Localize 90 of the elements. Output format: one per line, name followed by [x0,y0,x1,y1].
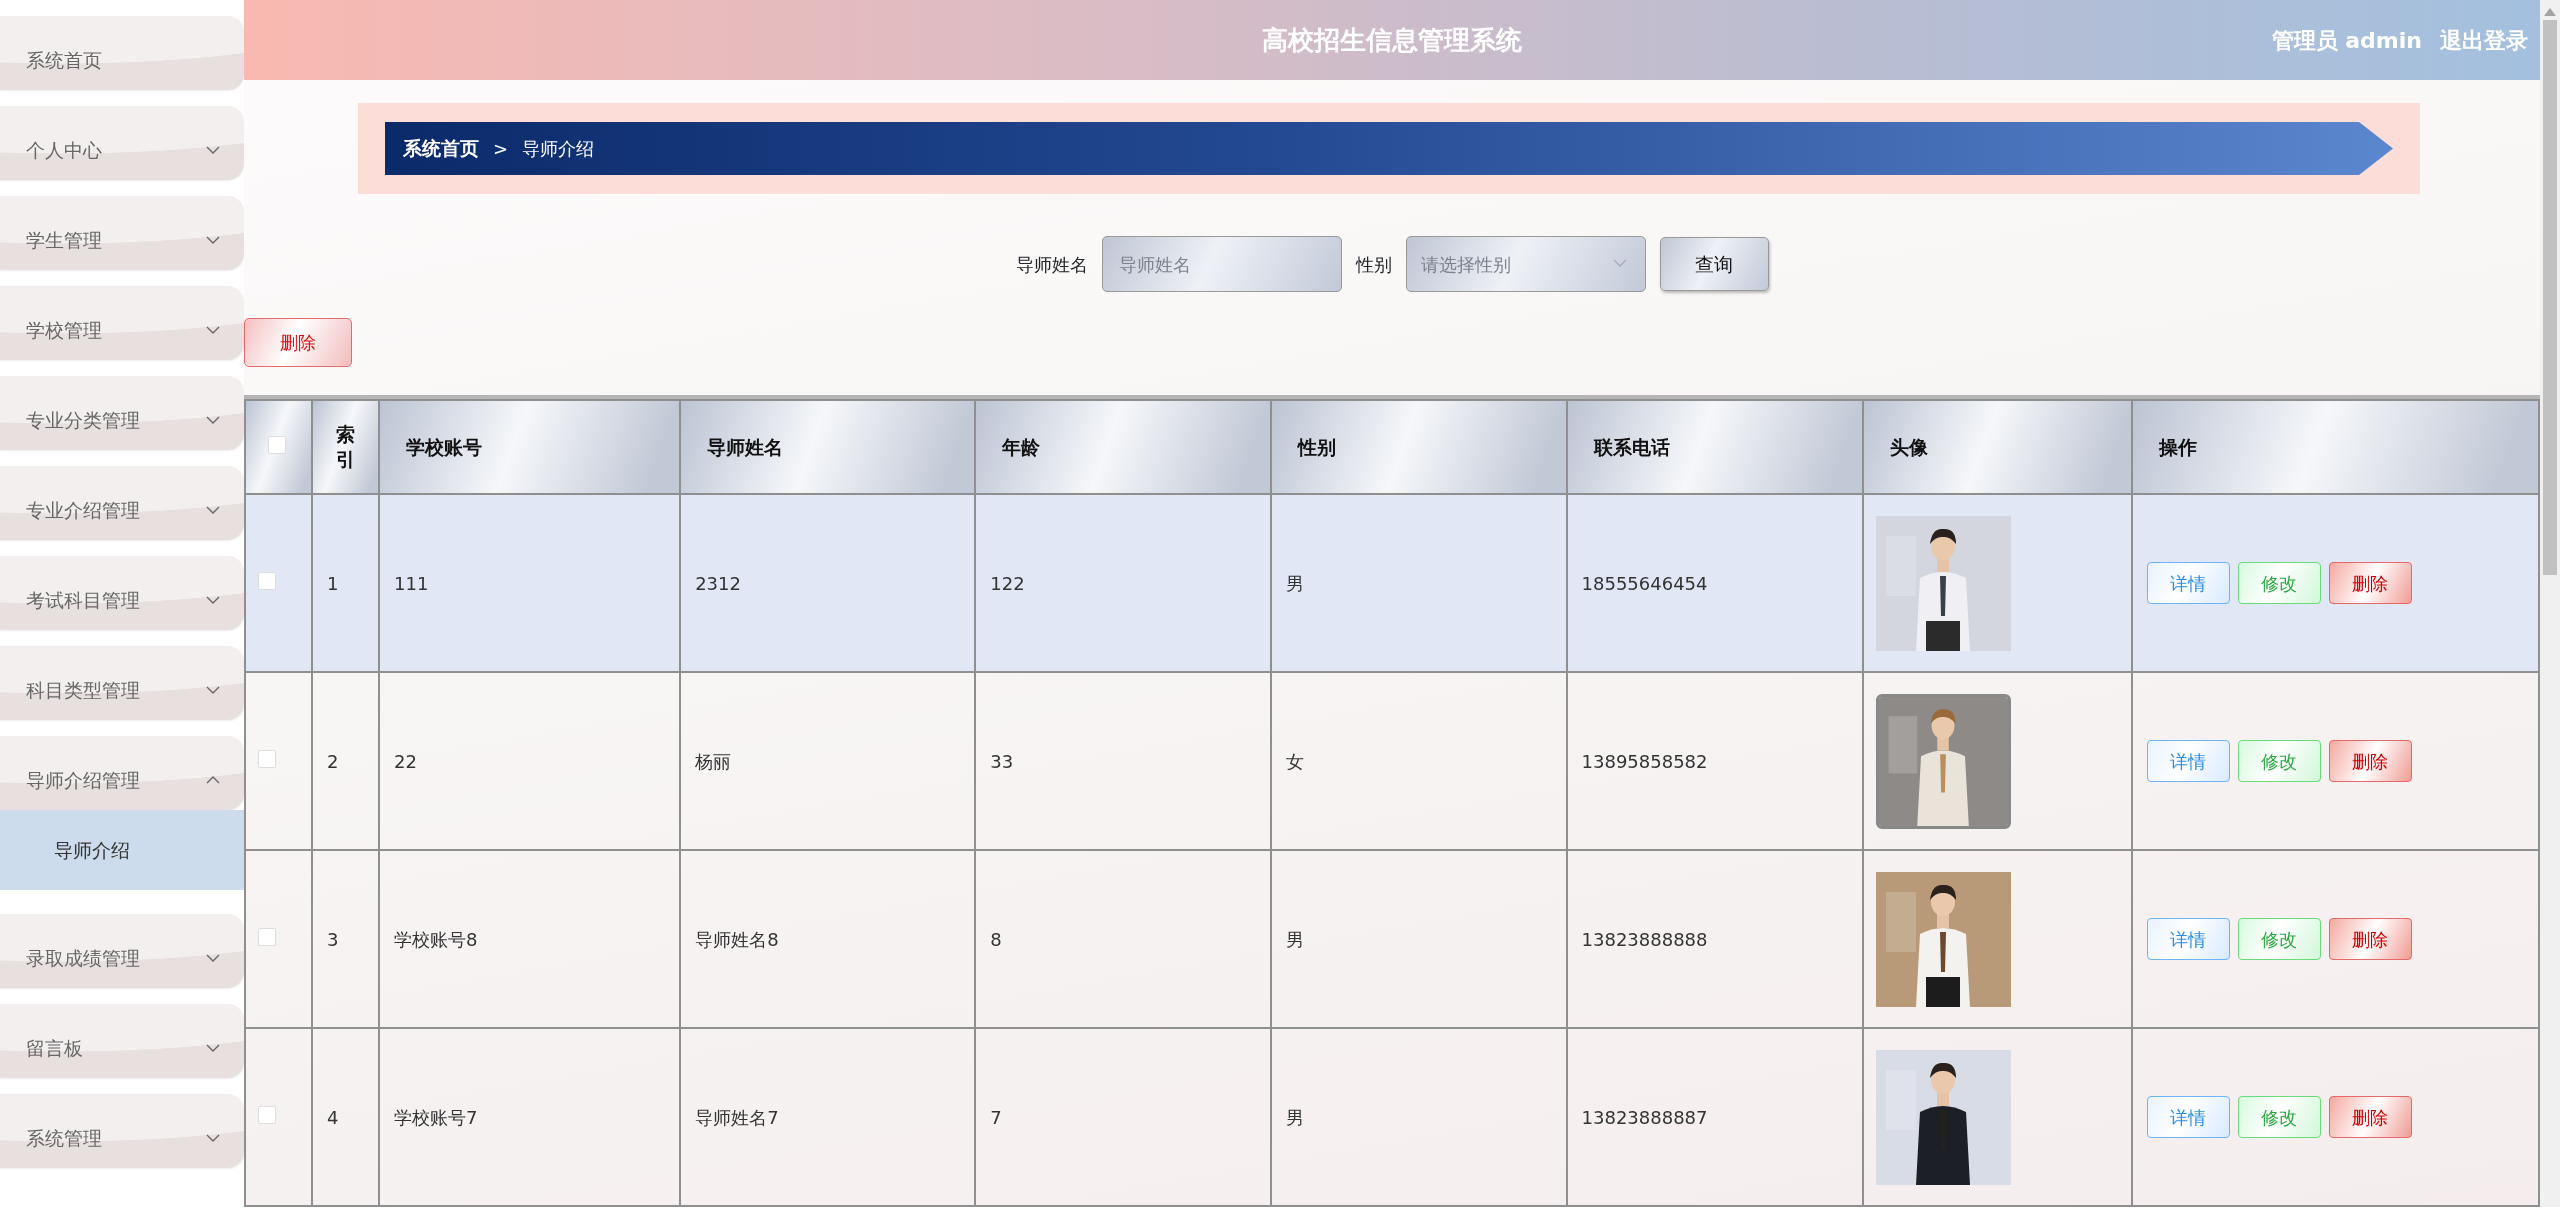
sidebar-subitem[interactable]: 导师介绍 [0,810,244,890]
search-button[interactable]: 查询 [1659,237,1769,291]
chevron-icon [206,416,220,424]
delete-button[interactable]: 删除 [2328,918,2412,960]
sidebar-item[interactable]: 考试科目管理 [0,556,244,630]
sidebar-item[interactable]: 导师介绍管理 [0,736,244,810]
sidebar-item[interactable]: 个人中心 [0,106,244,180]
checkbox[interactable] [258,927,276,946]
checkbox[interactable] [258,749,276,768]
sidebar-item[interactable]: 录取成绩管理 [0,914,244,988]
table-cell: 7 [990,1106,1002,1128]
detail-button[interactable]: 详情 [2146,562,2230,604]
table-row[interactable]: 3 学校账号8 导师姓名8 8 男 13823888888 详情 修改 删除 [245,850,2539,1028]
delete-button[interactable]: 删除 [2328,562,2412,604]
table-cell: 男 [1286,572,1305,594]
delete-button[interactable]: 删除 [2328,740,2412,782]
detail-button[interactable]: 详情 [2146,918,2230,960]
table-cell: 8 [990,928,1002,950]
edit-button[interactable]: 修改 [2237,740,2321,782]
column-header: 操作 [2131,400,2539,494]
table-cell: 122 [990,572,1025,594]
table-row[interactable]: 1 111 2312 122 男 18555646454 详情 修改 删除 [245,494,2539,672]
input-field[interactable]: 导师姓名 [1101,236,1342,292]
delete-button[interactable]: 删除 [244,318,352,367]
table-cell: 22 [394,750,417,772]
column-header: 联系电话 [1566,400,1863,494]
column-header: 性别 [1271,400,1567,494]
column-header: 导师姓名 [680,400,976,494]
chevron-icon [206,506,220,514]
chevron-icon [206,1044,220,1052]
edit-button[interactable]: 修改 [2237,562,2321,604]
checkbox[interactable] [258,1105,276,1124]
table-cell: 3 [327,928,339,950]
column-header: 学校账号 [379,400,681,494]
scrollbar[interactable] [2540,0,2560,1207]
table-cell: 导师姓名8 [695,928,779,950]
sidebar-item[interactable]: 专业介绍管理 [0,466,244,540]
table-cell: 男 [1286,928,1305,950]
scroll-up-icon[interactable] [2544,8,2556,16]
chevron-icon [206,1134,220,1142]
sidebar-item[interactable]: 系统管理 [0,1094,244,1168]
chevron-icon [206,146,220,154]
app-title: 高校招生信息管理系统 [1262,23,1522,57]
detail-button[interactable]: 详情 [2146,1096,2230,1138]
table-cell: 学校账号7 [394,1106,478,1128]
column-header: 头像 [1862,400,2132,494]
checkbox[interactable] [268,435,286,454]
chevron-icon [206,686,220,694]
user-label: 管理员 admin [2271,27,2422,55]
chevron-icon [206,954,220,962]
column-header: 索引 [335,422,355,472]
breadcrumb-separator: > [493,137,509,161]
table-cell: 女 [1286,750,1305,772]
table-cell: 2 [327,750,339,772]
chevron-icon [206,326,220,334]
table-cell: 111 [394,572,429,594]
table-cell: 导师姓名7 [695,1106,779,1128]
table-cell: 2312 [695,572,741,594]
table-cell: 13823888887 [1581,1106,1708,1128]
table-row[interactable]: 2 22 杨丽 33 女 13895858582 详情 修改 删除 [245,672,2539,850]
table-cell: 13895858582 [1581,750,1708,772]
chevron-icon [206,596,220,604]
sidebar-item[interactable]: 系统首页 [0,16,244,90]
breadcrumb-link[interactable]: 系统首页 [403,134,479,163]
sidebar-item[interactable]: 专业分类管理 [0,376,244,450]
field-label: 性别 [1355,252,1392,277]
sidebar-item[interactable]: 学生管理 [0,196,244,270]
delete-button[interactable]: 删除 [2328,1096,2412,1138]
field-label: 导师姓名 [1015,252,1088,277]
table-cell: 4 [327,1106,339,1128]
edit-button[interactable]: 修改 [2237,918,2321,960]
sidebar-item[interactable]: 留言板 [0,1004,244,1078]
edit-button[interactable]: 修改 [2237,1096,2321,1138]
select-field[interactable]: 请选择性别 [1405,236,1646,292]
column-header: 年龄 [975,400,1272,494]
table-row[interactable]: 4 学校账号7 导师姓名7 7 男 13823888887 详情 修改 删除 [245,1028,2539,1206]
sidebar-item[interactable]: 科目类型管理 [0,646,244,720]
detail-button[interactable]: 详情 [2146,740,2230,782]
caret-icon [1612,259,1627,267]
table-cell: 杨丽 [695,750,732,772]
table-cell: 13823888888 [1581,928,1708,950]
sidebar-item[interactable]: 学校管理 [0,286,244,360]
table-cell: 33 [990,750,1014,772]
table-cell: 1 [327,572,339,594]
chevron-icon [206,236,220,244]
table-cell: 男 [1286,1106,1305,1128]
table-cell: 18555646454 [1581,572,1708,594]
table-cell: 学校账号8 [394,928,478,950]
checkbox[interactable] [258,571,276,590]
chevron-icon [206,776,220,784]
